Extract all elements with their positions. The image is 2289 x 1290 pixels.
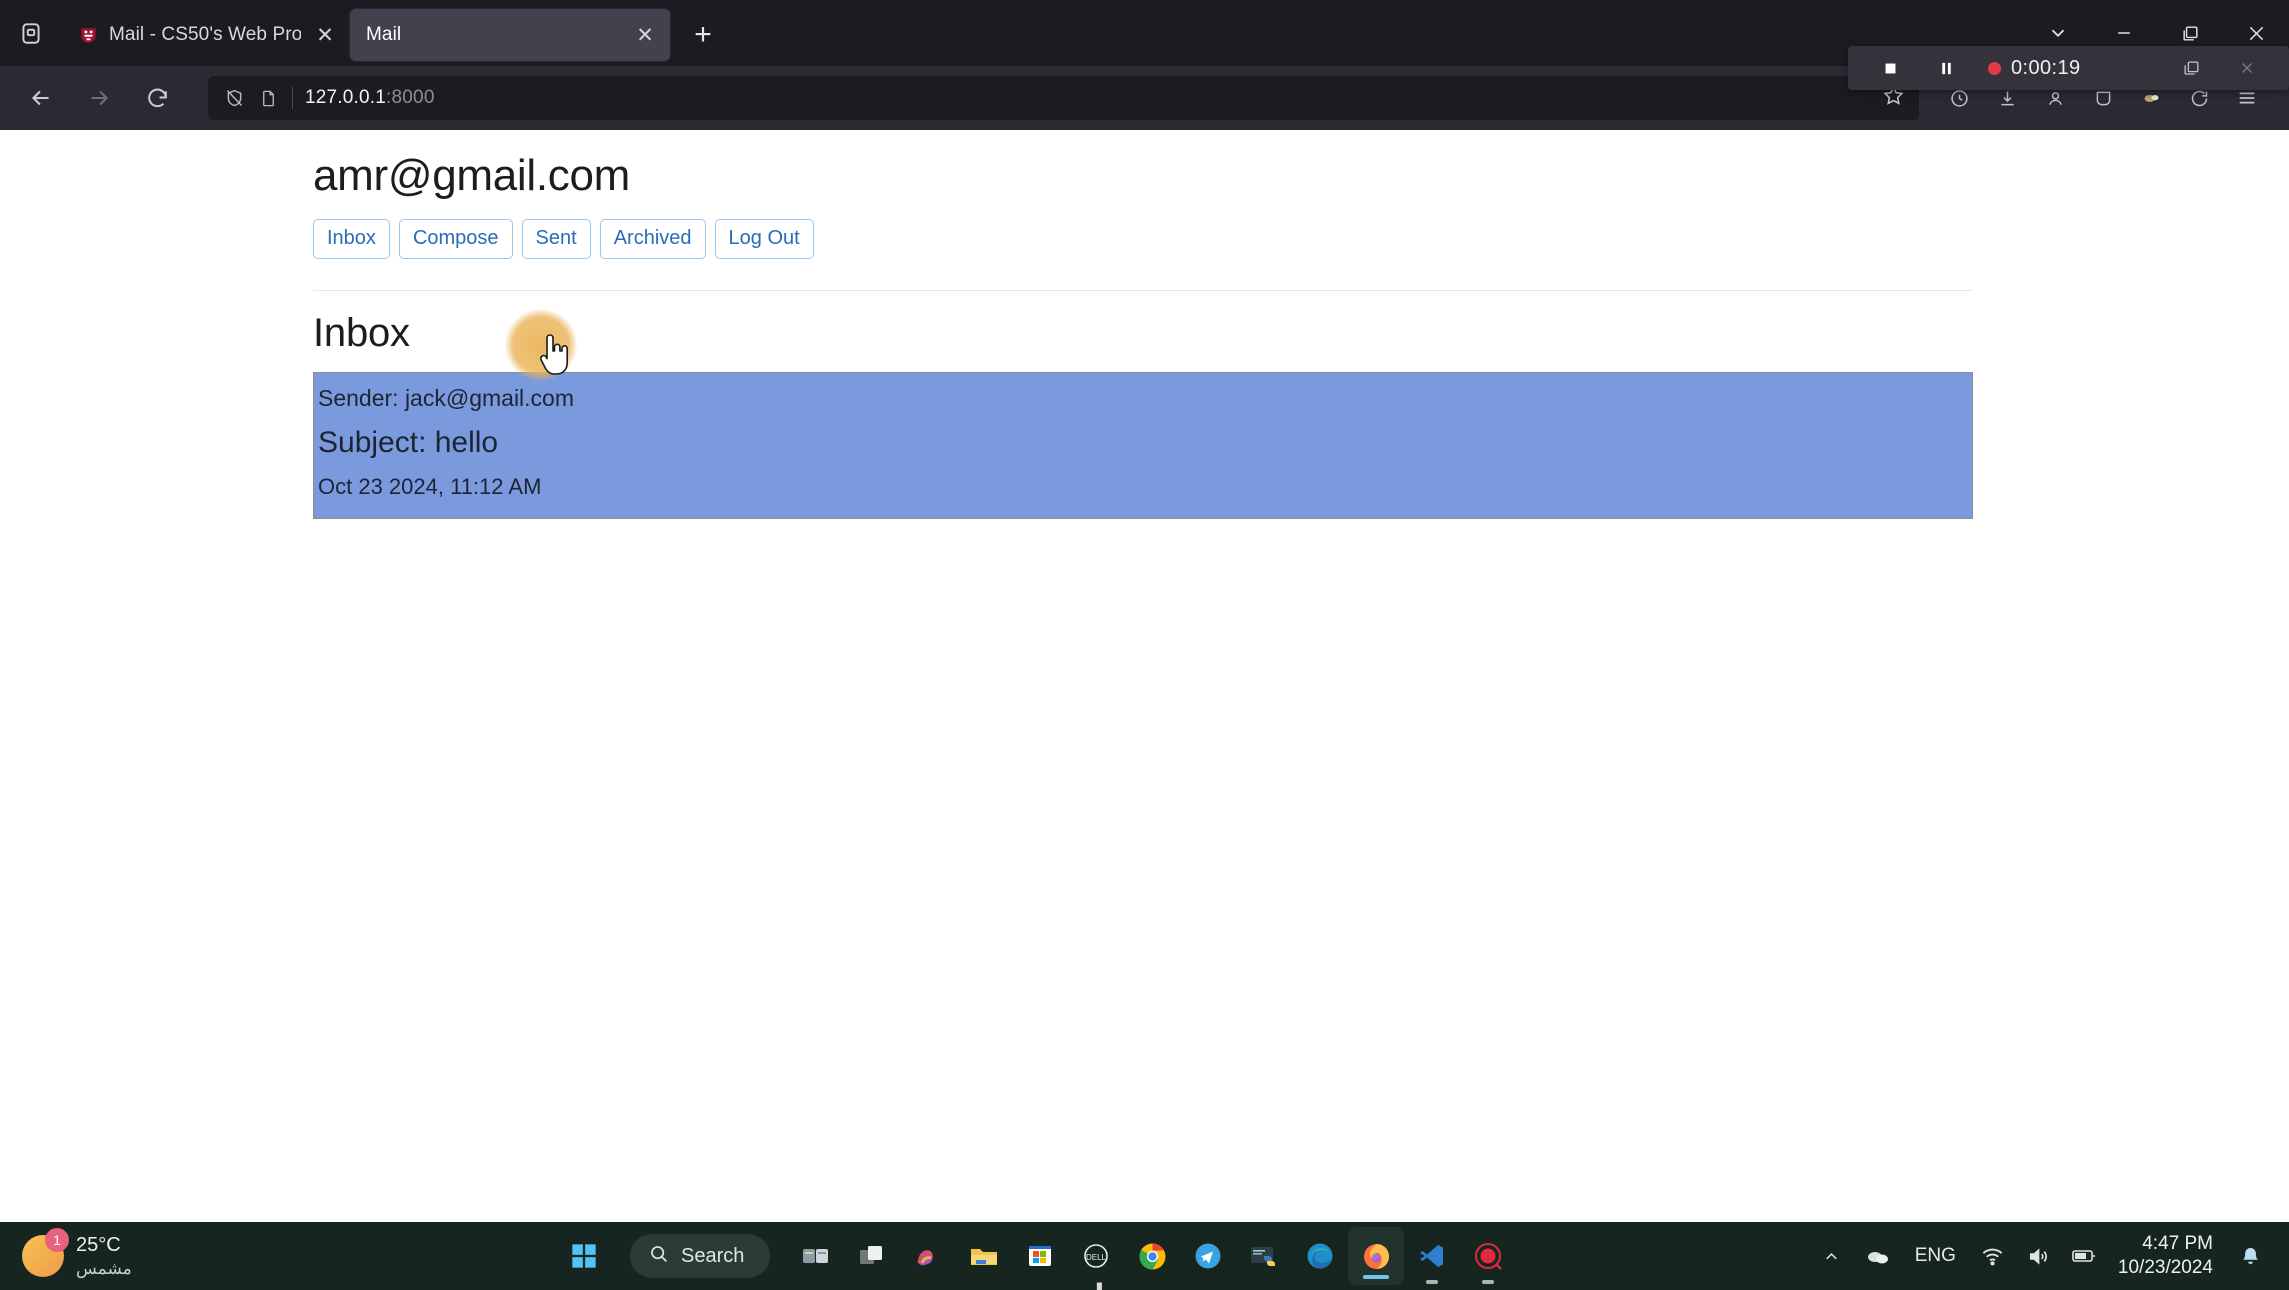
mail-nav-buttons: Inbox Compose Sent Archived Log Out [313,219,1973,260]
reload-button[interactable] [134,75,180,121]
dell-icon[interactable]: DELL [1068,1222,1124,1290]
log-out-button[interactable]: Log Out [714,219,814,260]
notification-badge: 1 [45,1228,69,1252]
sun-icon: 1 [22,1228,69,1277]
firefox-view-icon[interactable] [0,0,62,66]
pause-icon[interactable] [1918,46,1974,90]
clock-date: 10/23/2024 [2117,1257,2213,1278]
svg-text:DELL: DELL [1086,1253,1107,1262]
divider [313,290,1973,292]
screen-recorder-widget[interactable]: 0:00:19 [1848,46,2289,90]
tab-close-icon[interactable]: ✕ [632,22,658,48]
inbox-button[interactable]: Inbox [313,219,390,260]
windows-start-icon[interactable] [556,1222,612,1290]
recording-elapsed-time: 0:00:19 [2011,56,2081,79]
vs-code-icon[interactable] [1404,1222,1460,1290]
url-text: 127.0.0.1:8000 [305,87,435,109]
wifi-icon[interactable] [1970,1222,2016,1290]
mailbox-title: Inbox [313,311,410,356]
shield-off-icon[interactable] [222,86,246,110]
volume-icon[interactable] [2016,1222,2062,1290]
weather-condition: مشمس [76,1258,132,1278]
search-label: Search [681,1244,745,1267]
tab-close-icon[interactable]: ✕ [312,22,338,48]
widgets-icon[interactable] [788,1222,844,1290]
copy-icon[interactable] [2163,46,2219,90]
stop-square-icon[interactable] [1862,46,1918,90]
forward-button[interactable] [76,75,122,121]
browser-window: Mail - CS50's Web Programming ✕ Mail ✕ + [0,0,2289,1290]
email-list-item[interactable]: Sender: jack@gmail.com Subject: hello Oc… [313,372,1973,520]
firefox-icon[interactable] [1348,1227,1405,1285]
file-explorer-icon[interactable] [956,1222,1012,1290]
record-dot-icon [1988,61,2001,75]
language-indicator[interactable]: ENG [1901,1245,1970,1267]
taskbar-clock[interactable]: 4:47 PM 10/23/2024 [2108,1232,2227,1280]
sent-button[interactable]: Sent [521,219,591,260]
compose-button[interactable]: Compose [398,219,513,260]
python-idle-icon[interactable] [1236,1222,1292,1290]
page-document-icon[interactable] [256,86,280,110]
email-subject: Subject: hello [318,426,499,460]
harvard-shield-icon [78,25,98,45]
address-bar[interactable]: 127.0.0.1:8000 [208,76,1919,120]
url-port: :8000 [386,87,435,108]
weather-temperature: 25°C [76,1233,121,1256]
weather-widget[interactable]: 1 25°C مشمس [0,1228,330,1279]
google-chrome-icon[interactable] [1124,1222,1180,1290]
system-tray: ENG 4:47 PM 10/23/2024 [1809,1222,2289,1290]
page-title: amr@gmail.com [313,151,631,200]
new-tab-button[interactable]: + [680,12,726,58]
page-viewport: amr@gmail.com Inbox Compose Sent Archive… [0,130,2289,1290]
bell-icon[interactable] [2227,1222,2273,1290]
tab-mail-cs50[interactable]: Mail - CS50's Web Programming ✕ [62,9,350,61]
weather-text: 25°C مشمس [76,1233,132,1279]
url-separator [292,87,293,109]
mail-app-container: amr@gmail.com Inbox Compose Sent Archive… [313,130,1973,520]
tab-title: Mail - CS50's Web Programming [109,24,301,45]
clock-time: 4:47 PM [2142,1233,2213,1255]
microsoft-edge-icon[interactable] [1292,1222,1348,1290]
screen-recorder-icon[interactable] [1460,1222,1516,1290]
copilot-icon[interactable] [900,1222,956,1290]
url-host: 127.0.0.1 [305,87,387,108]
microsoft-store-icon[interactable] [1012,1222,1068,1290]
email-sender: Sender: jack@gmail.com [318,385,574,412]
task-view-icon[interactable] [844,1222,900,1290]
taskbar-search[interactable]: Search [630,1234,771,1278]
battery-icon[interactable] [2062,1222,2108,1290]
tab-mail[interactable]: Mail ✕ [350,9,670,61]
email-timestamp: Oct 23 2024, 11:12 AM [318,474,542,500]
archived-button[interactable]: Archived [599,219,706,260]
taskbar-center: Search DELL [556,1222,1516,1290]
windows-taskbar: 1 25°C مشمس Search DELL ENG 4:47 PM 10/2… [0,1222,2289,1290]
back-button[interactable] [18,75,64,121]
search-icon [648,1243,669,1270]
close-recorder-icon[interactable] [2219,46,2275,90]
tab-title: Mail [366,24,402,45]
telegram-icon[interactable] [1180,1222,1236,1290]
chevron-up-icon[interactable] [1809,1222,1855,1290]
onedrive-icon[interactable] [1855,1222,1901,1290]
